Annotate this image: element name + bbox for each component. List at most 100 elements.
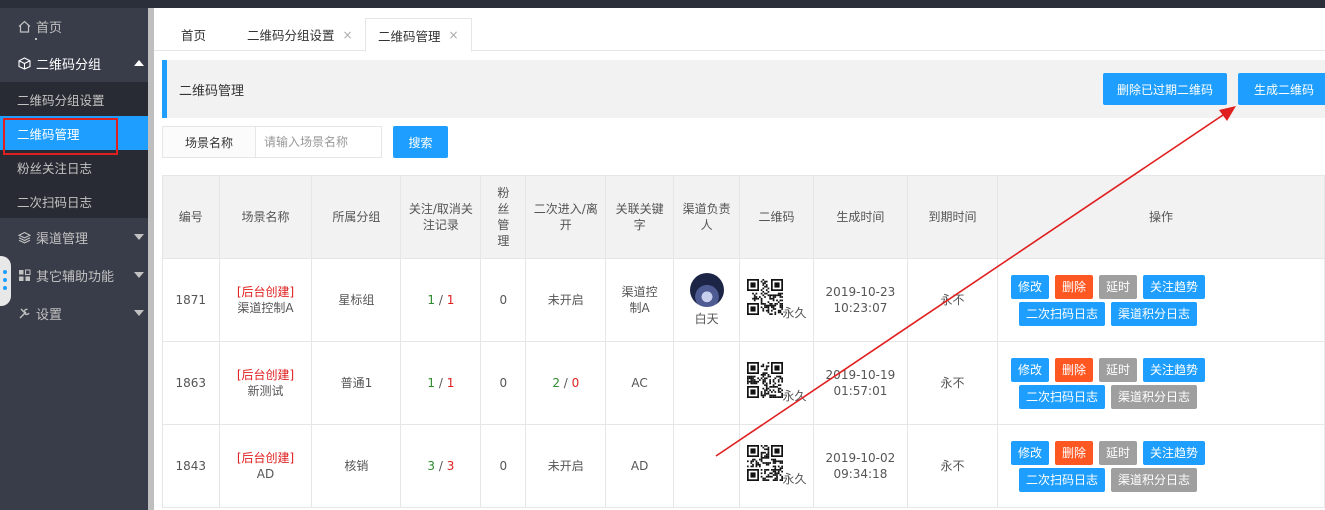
column-header: 关注/取消关注记录 (400, 175, 482, 259)
panel-header: 二维码管理 删除已过期二维码 生成二维码 (162, 60, 1325, 118)
caret-up-icon (134, 60, 144, 66)
tab-group-settings[interactable]: 二维码分组设置 × (235, 18, 365, 51)
cell-actions: 修改 删除 延时 关注趋势 二次扫码日志 渠道积分日志 (997, 424, 1325, 508)
delete-button[interactable]: 删除 (1055, 357, 1094, 382)
generate-qr-button[interactable]: 生成二维码 (1238, 73, 1325, 105)
cell-fans[interactable]: 0 (480, 341, 527, 425)
cell-created: 2019-10-19 01:57:01 (812, 341, 909, 425)
sidebar-menu-label: 渠道管理 (36, 231, 89, 247)
edit-button[interactable]: 修改 (1011, 357, 1050, 382)
second-scan-log-button[interactable]: 二次扫码日志 (1019, 301, 1106, 326)
cell-qr[interactable]: 永久 (739, 341, 814, 425)
table-row: 1871 [后台创建] 渠道控制A 星标组 1 / 1 0 未开启 渠道控制A 白… (162, 258, 1325, 342)
cell-id: 1863 (162, 341, 220, 425)
delete-button[interactable]: 删除 (1055, 440, 1094, 465)
cell-expire: 永不 (907, 424, 998, 508)
sidebar-item-second-scan-log[interactable]: 二次扫码日志 (0, 184, 148, 218)
follow-trend-button[interactable]: 关注趋势 (1143, 274, 1206, 299)
page-title: 二维码管理 (179, 84, 245, 99)
sidebar-item-home[interactable]: 首页 (0, 8, 148, 44)
follow-trend-button[interactable]: 关注趋势 (1143, 357, 1206, 382)
cell-fans[interactable]: 0 (480, 258, 527, 342)
follow-count: 1 (427, 293, 436, 307)
cell-scene: [后台创建] 渠道控制A (218, 258, 313, 342)
search-label: 场景名称 (162, 126, 256, 158)
qr-code-icon[interactable] (746, 362, 783, 398)
sidebar-menu-label: 设置 (36, 307, 63, 323)
close-icon[interactable]: × (343, 28, 353, 42)
column-header: 到期时间 (907, 175, 998, 259)
scene-name: 新测试 (247, 384, 284, 398)
cell-scene: [后台创建] 新测试 (218, 341, 313, 425)
tab-label: 二维码分组设置 (247, 28, 335, 43)
delay-button[interactable]: 延时 (1099, 274, 1138, 299)
cell-owner (672, 341, 741, 425)
second-scan-log-button[interactable]: 二次扫码日志 (1019, 467, 1106, 492)
layers-icon (17, 230, 31, 244)
cell-fans[interactable]: 0 (480, 424, 527, 508)
unfollow-count: 1 (446, 293, 455, 307)
cell-follow[interactable]: 3 / 3 (400, 424, 482, 508)
created-date: 2019-10-19 (825, 368, 896, 382)
edit-button[interactable]: 修改 (1011, 274, 1050, 299)
scene-name: AD (256, 467, 275, 481)
second-scan-log-button[interactable]: 二次扫码日志 (1019, 384, 1106, 409)
tab-label: 二维码管理 (378, 28, 441, 44)
cell-qr[interactable]: 永久 (739, 258, 814, 342)
channel-points-log-button[interactable]: 渠道积分日志 (1111, 467, 1198, 492)
cell-scene: [后台创建] AD (218, 424, 313, 508)
created-time: 09:34:18 (833, 467, 888, 481)
cell-follow[interactable]: 1 / 1 (400, 258, 482, 342)
qr-code-icon[interactable] (746, 279, 783, 315)
created-time: 01:57:01 (833, 384, 888, 398)
follow-separator: / (559, 376, 572, 390)
delete-button[interactable]: 删除 (1055, 274, 1094, 299)
caret-down-icon (134, 310, 144, 316)
sidebar-scrollbar[interactable] (148, 8, 154, 510)
sidebar-item-qr-manage[interactable]: 二维码管理 (0, 116, 148, 155)
caret-down-icon (134, 234, 144, 240)
scene-name-input[interactable] (255, 126, 382, 158)
created-date: 2019-10-02 (825, 451, 896, 465)
tab-label: 首页 (181, 28, 207, 43)
column-header: 所属分组 (311, 175, 402, 259)
sidebar-toggle-handle[interactable] (0, 256, 11, 306)
source-tag: [后台创建] (236, 285, 295, 299)
cell-owner: 白天 (672, 258, 741, 342)
sidebar-menu-settings[interactable]: 设置 (0, 294, 148, 332)
sidebar-item-group-settings[interactable]: 二维码分组设置 (0, 82, 148, 116)
delay-button[interactable]: 延时 (1099, 440, 1138, 465)
cell-group: 星标组 (311, 258, 402, 342)
edit-button[interactable]: 修改 (1011, 440, 1050, 465)
follow-count: 1 (427, 376, 436, 390)
tab-home[interactable]: 首页 (169, 18, 218, 51)
follow-count: 3 (427, 459, 436, 473)
cell-follow[interactable]: 1 / 1 (400, 341, 482, 425)
follow-trend-button[interactable]: 关注趋势 (1143, 440, 1206, 465)
cell-keyword: AC (605, 341, 674, 425)
follow-separator: / (435, 293, 447, 307)
qr-code-icon[interactable] (746, 445, 783, 481)
column-header: 渠道负责人 (672, 175, 741, 259)
sidebar-menu-qr-group[interactable]: 二维码分组 (0, 44, 148, 82)
tools-icon (17, 306, 31, 320)
tab-qr-manage[interactable]: 二维码管理 × (365, 18, 472, 52)
leave-count: 0 (571, 376, 580, 390)
delete-expired-button[interactable]: 删除已过期二维码 (1103, 73, 1227, 105)
source-tag: [后台创建] (236, 451, 295, 465)
search-button[interactable]: 搜索 (393, 126, 448, 158)
cell-qr[interactable]: 永久 (739, 424, 814, 508)
sidebar-item-fans-log[interactable]: 粉丝关注日志 (0, 150, 148, 184)
close-icon[interactable]: × (449, 28, 459, 42)
cell-second-entry: 未开启 (525, 424, 607, 508)
channel-points-log-button[interactable]: 渠道积分日志 (1111, 301, 1198, 326)
qr-table: 编号 场景名称 所属分组 关注/取消关注记录 粉丝管理 二次进入/离开 关联关键… (162, 175, 1325, 508)
channel-points-log-button[interactable]: 渠道积分日志 (1111, 384, 1198, 409)
cell-actions: 修改 删除 延时 关注趋势 二次扫码日志 渠道积分日志 (997, 258, 1325, 342)
delay-button[interactable]: 延时 (1099, 357, 1138, 382)
home-icon (17, 19, 31, 33)
sidebar-menu-channel[interactable]: 渠道管理 (0, 218, 148, 256)
top-bar (0, 0, 1325, 8)
sidebar-menu-other[interactable]: 其它辅助功能 (0, 256, 148, 294)
cell-second-entry[interactable]: 2 / 0 (525, 341, 607, 425)
